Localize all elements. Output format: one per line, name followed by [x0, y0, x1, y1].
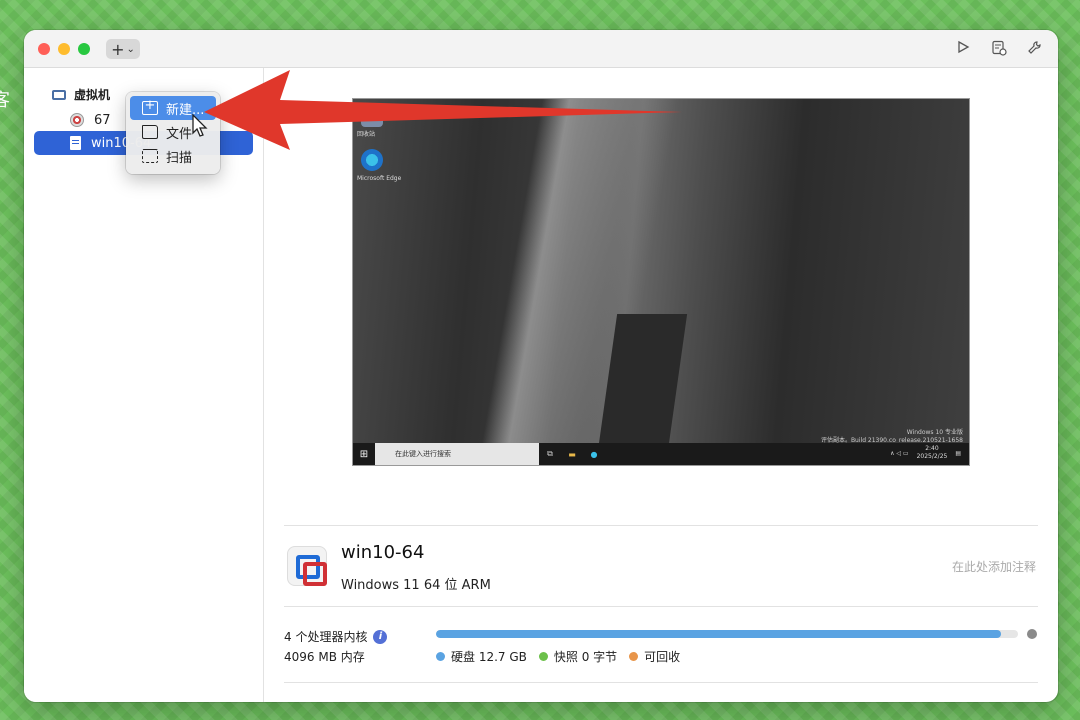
divider [284, 606, 1038, 607]
vm-name: win10-64 [341, 542, 425, 563]
legend-reclaimable: 可回收 [629, 648, 680, 665]
divider [284, 525, 1038, 526]
taskbar-search-box: 在此键入进行搜索 [375, 443, 539, 465]
legend-snapshot: 快照 0 字节 [538, 648, 618, 665]
mouse-pointer-icon [192, 114, 208, 137]
minimize-window-button[interactable] [58, 43, 70, 55]
folder-icon [142, 125, 158, 139]
vmware-logo-icon [287, 546, 327, 586]
sidebar-item-label: 67 [94, 112, 111, 128]
watermark-line: Windows 10 专业版 [906, 429, 963, 436]
reclaim-indicator-icon [1027, 629, 1037, 639]
vm-notes-field[interactable]: 在此处添加注释 [952, 558, 1036, 575]
laptop-icon [52, 89, 66, 100]
legend-snapshot-label: 快照 0 字节 [553, 650, 618, 664]
scan-icon [142, 149, 158, 163]
vm-document-icon [70, 136, 81, 150]
system-tray: ∧ ◁ ▭ 2:40 2025/2/25 ▤ [890, 445, 961, 461]
vm-os: Windows 11 64 位 ARM [341, 578, 491, 593]
vm-preview-screenshot[interactable]: 回收站 Microsoft Edge Windows 10 专业版 评估副本。B… [352, 98, 970, 466]
legend-disk: 硬盘 12.7 GB [436, 648, 527, 665]
windows-start-icon: ⊞ [359, 448, 369, 460]
task-view-icon: ⧉ [547, 449, 553, 458]
chevron-down-icon: ⌄ [126, 43, 135, 55]
play-icon[interactable] [954, 40, 972, 58]
disk-usage-bar [436, 630, 1018, 638]
reclaimable-dot [629, 652, 639, 661]
disk-usage-fill [436, 630, 1001, 638]
vm-settings-icon[interactable] [990, 40, 1008, 58]
cpu-info: 4 个处理器内核 i [284, 628, 388, 645]
cpu-label: 4 个处理器内核 [284, 630, 368, 644]
legend-disk-label: 硬盘 12.7 GB [451, 650, 527, 664]
add-vm-button[interactable]: + ⌄ [106, 39, 140, 59]
close-window-button[interactable] [38, 43, 50, 55]
memory-info: 4096 MB 内存 [284, 650, 365, 664]
vm-detail-pane: 回收站 Microsoft Edge Windows 10 专业版 评估副本。B… [265, 68, 1058, 702]
disc-icon [70, 113, 84, 127]
sidebar-group-virtual-machines: 虚拟机 [52, 86, 110, 103]
edge-icon [361, 149, 383, 171]
tray-icons: ∧ ◁ ▭ [890, 449, 909, 457]
plus-icon: + [111, 39, 125, 59]
clock-time: 2:40 [925, 445, 939, 452]
title-bar: + ⌄ [24, 30, 1058, 68]
zoom-window-button[interactable] [78, 43, 90, 55]
storage-legend: 硬盘 12.7 GB 快照 0 字节 可回收 [436, 648, 680, 665]
edge-taskbar-icon: ● [590, 449, 598, 459]
desktop-wallpaper [353, 99, 969, 445]
divider [284, 682, 1038, 683]
background-text: 客 [0, 90, 10, 111]
taskbar-clock: 2:40 2025/2/25 [917, 445, 948, 461]
wrench-icon[interactable] [1026, 40, 1044, 58]
file-explorer-icon: ▬ [568, 449, 576, 459]
legend-reclaimable-label: 可回收 [644, 650, 681, 664]
sidebar-group-label: 虚拟机 [74, 88, 111, 102]
notification-icon: ▤ [955, 449, 961, 457]
windows-taskbar: ⊞ 在此键入进行搜索 ⧉ ▬ ● ∧ ◁ ▭ 2:40 2025/2/25 ▤ [353, 443, 969, 465]
desktop-icon-label: Microsoft Edge [357, 175, 402, 182]
annotation-arrow-icon [204, 70, 682, 150]
app-window: + ⌄ 虚拟机 67 win10-64 回收站 Microsoft Edge W… [24, 30, 1058, 702]
disk-dot [436, 652, 445, 661]
menu-item-label: 扫描 [166, 150, 193, 166]
new-icon [142, 101, 158, 115]
clock-date: 2025/2/25 [916, 453, 948, 460]
info-icon[interactable]: i [373, 629, 388, 644]
snapshot-dot [538, 652, 548, 661]
menu-item-label: 文件 [166, 126, 193, 142]
